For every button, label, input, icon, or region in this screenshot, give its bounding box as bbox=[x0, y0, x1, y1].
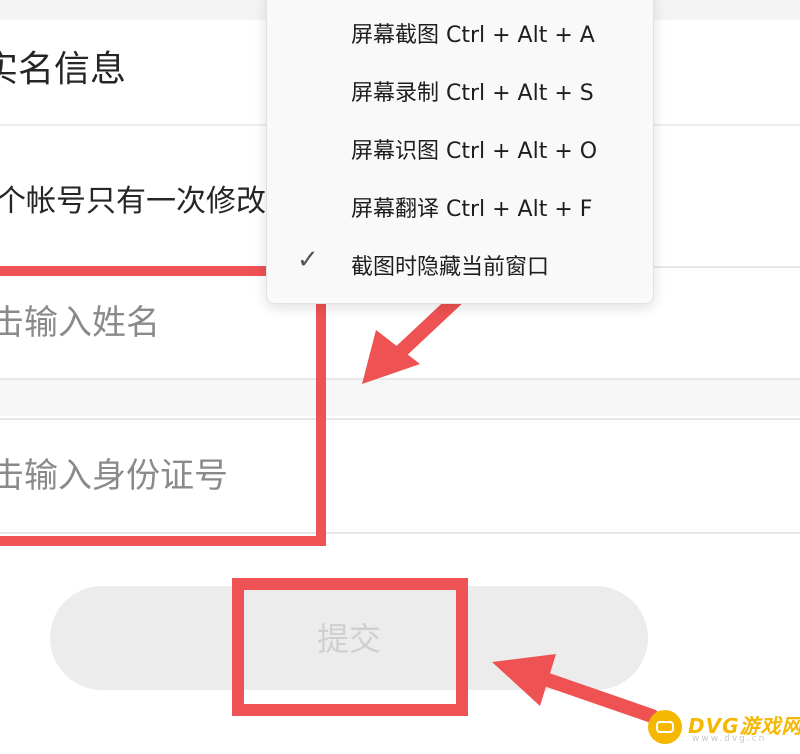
menu-item-label: 屏幕识图 Ctrl + Alt + O bbox=[351, 139, 598, 164]
watermark: DVG游戏网 www.dvg.cn bbox=[648, 708, 800, 746]
watermark-url: www.dvg.cn bbox=[692, 734, 767, 744]
menu-item-label: 屏幕截图 Ctrl + Alt + A bbox=[351, 23, 595, 48]
context-menu: 屏幕截图 Ctrl + Alt + A 屏幕录制 Ctrl + Alt + S … bbox=[266, 0, 654, 304]
menu-item-screen-recognize[interactable]: 屏幕识图 Ctrl + Alt + O bbox=[267, 121, 653, 171]
menu-item-label: 屏幕录制 Ctrl + Alt + S bbox=[351, 81, 594, 106]
menu-item-label: 屏幕翻译 Ctrl + Alt + F bbox=[351, 197, 593, 222]
checkmark-icon: ✓ bbox=[297, 245, 319, 275]
dvg-logo-icon bbox=[648, 710, 682, 744]
highlight-frame-fields bbox=[0, 266, 326, 546]
section-title: 实名信息 bbox=[0, 49, 127, 90]
hint-text: 个帐号只有一次修改 bbox=[0, 184, 266, 219]
menu-item-screen-translate[interactable]: 屏幕翻译 Ctrl + Alt + F bbox=[267, 179, 653, 229]
menu-item-hide-window[interactable]: ✓ 截图时隐藏当前窗口 bbox=[267, 237, 653, 287]
menu-item-screenshot[interactable]: 屏幕截图 Ctrl + Alt + A bbox=[267, 5, 653, 55]
menu-item-screen-record[interactable]: 屏幕录制 Ctrl + Alt + S bbox=[267, 63, 653, 113]
highlight-frame-submit bbox=[232, 578, 468, 716]
menu-item-label: 截图时隐藏当前窗口 bbox=[351, 255, 550, 280]
